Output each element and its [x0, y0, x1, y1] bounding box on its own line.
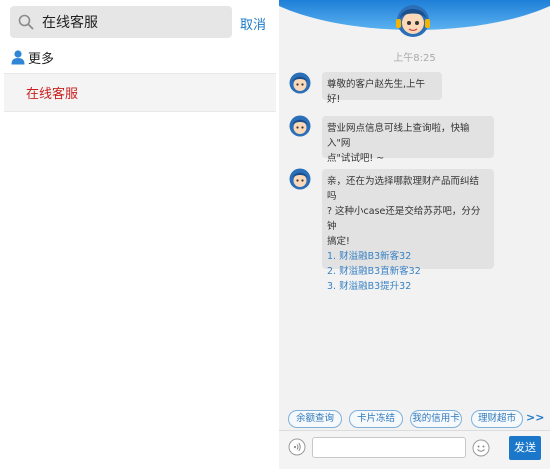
product-link[interactable]: 3. 财溢融B3提升32: [327, 279, 488, 294]
message-bubble: 亲，还在为选择哪款理财产品而纠结吗 ? 这种小case还是交给苏苏吧，分分钟 搞…: [322, 169, 494, 292]
search-input[interactable]: 在线客服: [10, 6, 232, 38]
search-panel: 在线客服 取消 更多 在线客服: [0, 0, 276, 469]
more-label: 更多: [28, 52, 55, 67]
message-text-line: 营业网点信息可线上查询啦，快输入"网: [327, 123, 470, 149]
robot-avatar-icon: [289, 115, 311, 137]
search-bar: 在线客服 取消: [10, 6, 276, 40]
robot-avatar-icon: [289, 72, 311, 94]
message-text-line: 点"试试吧! ~: [327, 153, 385, 164]
chat-panel: 上午8:25 尊敬的客户赵先生,上午好! 营业网点信息可线上查询啦，快输入"网 …: [279, 0, 550, 469]
emoji-icon[interactable]: [472, 439, 490, 457]
quick-reply-card-freeze[interactable]: 卡片冻结: [349, 410, 403, 428]
quick-reply-more-button[interactable]: >>: [526, 411, 544, 424]
search-query-text: 在线客服: [42, 15, 98, 31]
message-text: 尊敬的客户赵先生,上午好!: [327, 79, 426, 105]
message-bubble: 尊敬的客户赵先生,上午好!: [322, 72, 442, 105]
user-icon: [11, 50, 25, 65]
quick-reply-balance[interactable]: 余额查询: [288, 410, 342, 428]
message-text-line: ? 这种小case还是交给苏苏吧，分分钟: [327, 206, 481, 232]
message-text-line: 搞定!: [327, 236, 350, 247]
voice-icon[interactable]: [288, 438, 306, 456]
message-input-bar: 发送: [279, 430, 550, 469]
robot-avatar-icon: [289, 168, 311, 190]
message-bubble: 营业网点信息可线上查询啦，快输入"网 点"试试吧! ~: [322, 116, 494, 164]
message-input[interactable]: [312, 437, 466, 458]
product-link[interactable]: 2. 财溢融B3直新客32: [327, 264, 488, 279]
product-link[interactable]: 1. 财溢融B3新客32: [327, 249, 488, 264]
search-icon: [18, 14, 34, 30]
send-button[interactable]: 发送: [509, 436, 541, 460]
message-text-line: 亲，还在为选择哪款理财产品而纠结吗: [327, 176, 480, 202]
robot-avatar-icon: [396, 5, 430, 37]
cancel-button[interactable]: 取消: [240, 14, 266, 33]
search-result-label: 在线客服: [26, 87, 79, 102]
quick-reply-credit-card[interactable]: 我的信用卡: [410, 410, 462, 428]
quick-reply-wealth-market[interactable]: 理财超市: [471, 410, 523, 428]
quick-reply-bar: 余额查询 卡片冻结 我的信用卡 理财超市 >>: [279, 410, 550, 430]
message-timestamp: 上午8:25: [393, 53, 436, 64]
search-result-item[interactable]: 在线客服: [4, 73, 276, 112]
